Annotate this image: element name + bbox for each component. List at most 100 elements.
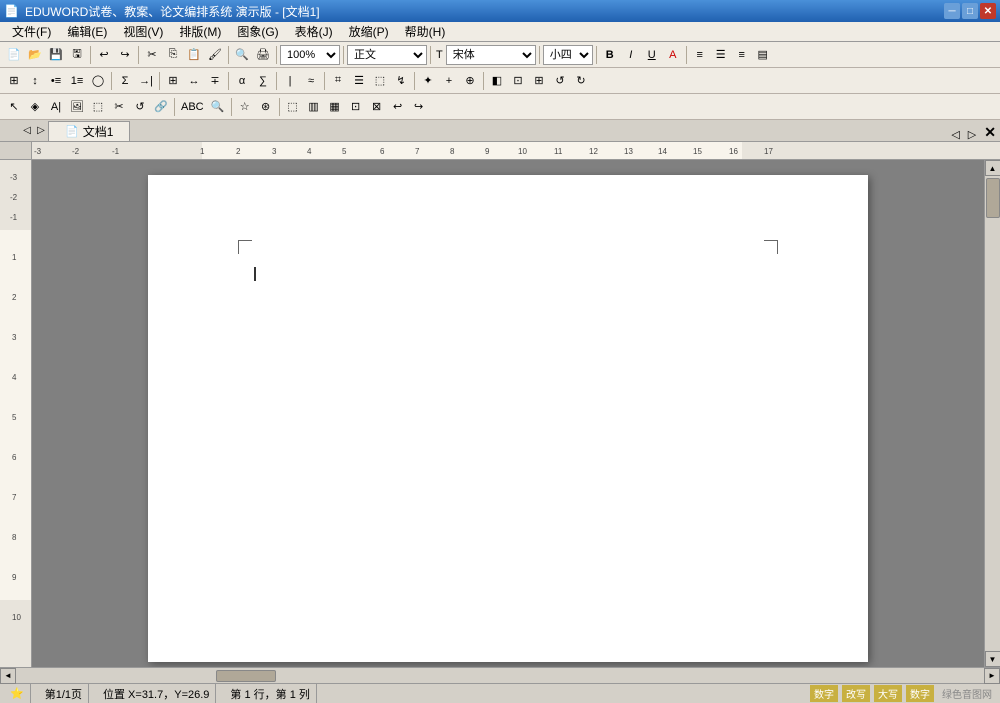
draw-scan[interactable]: ⬚: [88, 96, 108, 118]
tb2-btn-26[interactable]: ↻: [571, 70, 591, 92]
draw-find[interactable]: 🔍: [208, 96, 228, 118]
tb2-btn-25[interactable]: ↺: [550, 70, 570, 92]
tb2-btn-8[interactable]: ⊞: [163, 70, 183, 92]
open-button[interactable]: 📂: [25, 44, 45, 66]
draw-spellcheck[interactable]: ABC: [178, 96, 207, 118]
scroll-thumb-h[interactable]: [216, 670, 276, 682]
underline-button[interactable]: U: [642, 44, 662, 66]
menu-help[interactable]: 帮助(H): [397, 21, 454, 42]
tab-prev[interactable]: ◁: [20, 119, 34, 141]
tb2-btn-14[interactable]: ≈: [301, 70, 321, 92]
tab-close[interactable]: ◁: [947, 128, 963, 141]
draw-btn4[interactable]: ⊡: [346, 96, 366, 118]
scroll-track-h[interactable]: [16, 669, 984, 683]
draw-select[interactable]: ↖: [4, 96, 24, 118]
tb2-btn-9[interactable]: ↔: [184, 70, 204, 92]
document-page[interactable]: [148, 175, 868, 662]
font-color-button[interactable]: A: [663, 44, 683, 66]
tab-fullscreen[interactable]: ✕: [980, 124, 1000, 141]
tb2-btn-22[interactable]: ◧: [487, 70, 507, 92]
tb2-btn-3[interactable]: •≡: [46, 70, 66, 92]
menu-edit[interactable]: 编辑(E): [59, 21, 115, 42]
draw-link[interactable]: 🔗: [151, 96, 171, 118]
justify-button[interactable]: ▤: [753, 44, 773, 66]
align-left-button[interactable]: ≡: [690, 44, 710, 66]
format-painter[interactable]: 🖌: [205, 44, 225, 66]
align-center-button[interactable]: ☰: [711, 44, 731, 66]
save-button[interactable]: 💾: [46, 44, 66, 66]
draw-image[interactable]: 🖼: [67, 96, 87, 118]
tab-expand[interactable]: ▷: [964, 128, 980, 141]
scroll-down-button[interactable]: ▼: [985, 651, 1000, 667]
print-button[interactable]: 🖨: [253, 44, 273, 66]
tb2-btn-18[interactable]: ↯: [391, 70, 411, 92]
tb2-formula[interactable]: Σ: [115, 70, 135, 92]
scroll-right-button[interactable]: ►: [984, 668, 1000, 684]
tb2-btn-12[interactable]: ∑: [253, 70, 273, 92]
tb2-btn-11[interactable]: α: [232, 70, 252, 92]
tb2-btn-1[interactable]: ⊞: [4, 70, 24, 92]
scroll-left-button[interactable]: ◄: [0, 668, 16, 684]
menu-view[interactable]: 视图(V): [115, 21, 171, 42]
redo-button[interactable]: ↪: [115, 44, 135, 66]
tb2-btn-24[interactable]: ⊞: [529, 70, 549, 92]
cut-button[interactable]: ✂: [142, 44, 162, 66]
menu-image[interactable]: 图象(G): [229, 21, 286, 42]
draw-node[interactable]: ◈: [25, 96, 45, 118]
save-as-button[interactable]: 🖫: [67, 44, 87, 66]
tb2-btn-10[interactable]: ∓: [205, 70, 225, 92]
status-mode-caps[interactable]: 大写: [874, 685, 902, 702]
draw-btn5[interactable]: ⊠: [367, 96, 387, 118]
doc-tab-1[interactable]: 📄 文档1: [48, 121, 130, 141]
draw-rotate[interactable]: ↺: [130, 96, 150, 118]
tab-next[interactable]: ▷: [34, 119, 48, 141]
tb2-btn-5[interactable]: ◯: [88, 70, 108, 92]
tb2-btn-16[interactable]: ☰: [349, 70, 369, 92]
draw-special[interactable]: ⊛: [256, 96, 276, 118]
menu-table[interactable]: 表格(J): [287, 21, 341, 42]
print-preview-button[interactable]: 🔍: [232, 44, 252, 66]
menu-zoom[interactable]: 放缩(P): [341, 21, 397, 42]
status-mode-overwrite[interactable]: 改写: [842, 685, 870, 702]
draw-symbol[interactable]: ☆: [235, 96, 255, 118]
italic-button[interactable]: I: [621, 44, 641, 66]
status-mode-digit[interactable]: 数字: [810, 685, 838, 702]
new-button[interactable]: 📄: [4, 44, 24, 66]
draw-btn3[interactable]: ▦: [325, 96, 345, 118]
tb2-btn-21[interactable]: ⊕: [460, 70, 480, 92]
draw-btn7[interactable]: ↪: [409, 96, 429, 118]
svg-text:-3: -3: [34, 147, 42, 156]
tb2-btn-23[interactable]: ⊡: [508, 70, 528, 92]
scroll-thumb-v[interactable]: [986, 178, 1000, 218]
bold-button[interactable]: B: [600, 44, 620, 66]
tb2-btn-15[interactable]: ⌗: [328, 70, 348, 92]
undo-button[interactable]: ↩: [94, 44, 114, 66]
maximize-button[interactable]: □: [962, 3, 978, 19]
tb2-btn-13[interactable]: |: [280, 70, 300, 92]
fontsize-select[interactable]: 小四: [543, 45, 593, 65]
draw-crop[interactable]: ✂: [109, 96, 129, 118]
scroll-up-button[interactable]: ▲: [985, 160, 1000, 176]
tb2-btn-19[interactable]: ✦: [418, 70, 438, 92]
menu-layout[interactable]: 排版(M): [171, 21, 229, 42]
menu-file[interactable]: 文件(F): [4, 21, 59, 42]
draw-btn6[interactable]: ↩: [388, 96, 408, 118]
draw-btn1[interactable]: ⬚: [283, 96, 303, 118]
paste-button[interactable]: 📋: [184, 44, 204, 66]
tb2-btn-2[interactable]: ↕: [25, 70, 45, 92]
status-mode-num[interactable]: 数字: [906, 685, 934, 702]
align-right-button[interactable]: ≡: [732, 44, 752, 66]
copy-button[interactable]: ⎘: [163, 44, 183, 66]
font-select[interactable]: 宋体: [446, 45, 536, 65]
tb2-btn-20[interactable]: +: [439, 70, 459, 92]
draw-text[interactable]: A|: [46, 96, 66, 118]
tb2-indent[interactable]: →|: [136, 70, 156, 92]
zoom-select[interactable]: 100%: [280, 45, 340, 65]
close-button[interactable]: ✕: [980, 3, 996, 19]
draw-btn2[interactable]: ▥: [304, 96, 324, 118]
sep-t2-1: [111, 72, 112, 90]
minimize-button[interactable]: ─: [944, 3, 960, 19]
tb2-btn-4[interactable]: 1≡: [67, 70, 87, 92]
tb2-btn-17[interactable]: ⬚: [370, 70, 390, 92]
style-select[interactable]: 正文: [347, 45, 427, 65]
